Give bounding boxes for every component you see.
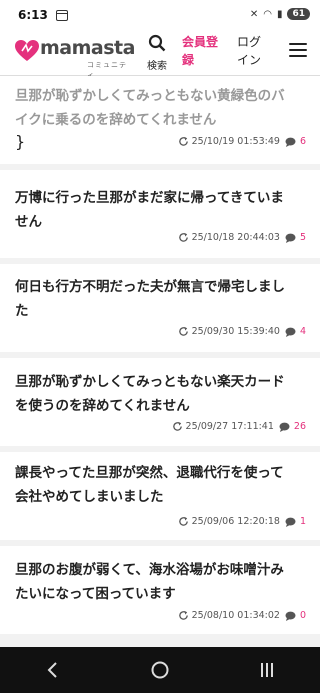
post-item[interactable]: 何日も行方不明だった夫が無言で帰宅しました 25/09/30 15:39:40 … <box>0 264 320 352</box>
battery-icon: 61 <box>287 8 310 20</box>
post-meta: 25/08/10 01:34:02 0 <box>178 610 306 621</box>
status-icons: ✕ ◠ ▮ 61 <box>250 8 310 20</box>
post-meta: 25/09/06 12:20:18 1 <box>178 516 306 527</box>
post-date: 25/09/06 12:20:18 <box>191 516 280 527</box>
comment-count: 6 <box>299 136 306 147</box>
wifi-icon: ◠ <box>263 8 272 20</box>
status-time: 6:13 <box>18 8 48 22</box>
search-icon <box>148 34 166 52</box>
search-button[interactable]: 検索 <box>143 34 171 72</box>
post-item[interactable]: 課長やってた旦那が突然、退職代行を使って 会社やめてしまいました 25/09/06… <box>0 452 320 540</box>
post-meta: 25/09/30 15:39:40 4 <box>178 326 306 337</box>
login-label-line1: ログ <box>237 35 262 49</box>
post-item[interactable]: 旦那が恥ずかしくてみっともない黄緑色のバ イクに乗るのを辞めてくれません 25/1… <box>0 76 320 164</box>
recents-icon <box>260 663 273 677</box>
register-link[interactable]: 会員登 録 <box>182 33 222 69</box>
heart-logo-icon <box>15 40 39 61</box>
site-header: mamasta コミュニティ 検索 会員登 録 ログ イン <box>0 30 320 79</box>
register-label-line1: 会員登 <box>182 35 219 49</box>
signal-icon: ▮ <box>276 8 283 20</box>
comment-icon <box>279 422 290 432</box>
comment-count: 1 <box>299 516 306 527</box>
comment-icon <box>285 517 296 527</box>
refresh-icon <box>178 326 188 336</box>
comment-icon <box>285 611 296 621</box>
recents-button[interactable] <box>247 655 287 685</box>
logo-text: mamasta <box>40 37 135 59</box>
refresh-icon <box>172 421 182 431</box>
mute-icon: ✕ <box>249 8 259 20</box>
refresh-icon <box>178 232 188 242</box>
post-meta: 25/09/27 17:11:41 26 <box>172 421 306 432</box>
home-circle-icon <box>151 661 169 679</box>
post-title: 万博に行った旦那がまだ家に帰ってきていま せん <box>15 190 284 230</box>
post-date: 25/08/10 01:34:02 <box>191 610 280 621</box>
post-date: 25/09/27 17:11:41 <box>185 421 274 432</box>
post-meta: 25/10/19 01:53:49 6 <box>178 136 306 147</box>
refresh-icon <box>178 136 188 146</box>
calendar-icon <box>55 9 68 21</box>
mamasta-logo[interactable]: mamasta コミュニティ <box>14 37 135 79</box>
refresh-icon <box>178 516 188 526</box>
post-date: 25/10/19 01:53:49 <box>191 136 280 147</box>
hamburger-menu-button[interactable] <box>289 43 307 57</box>
login-link[interactable]: ログ イン <box>237 33 273 69</box>
post-item[interactable]: 旦那が恥ずかしくてみっともない楽天カード を使うのを辞めてくれません 25/09/… <box>0 358 320 446</box>
search-label: 検索 <box>147 61 167 72</box>
post-title: 旦那が恥ずかしくてみっともない楽天カード を使うのを辞めてくれません <box>15 374 285 414</box>
post-item[interactable]: 万博に行った旦那がまだ家に帰ってきていま せん 25/10/18 20:44:03… <box>0 170 320 258</box>
comment-icon <box>285 233 296 243</box>
post-title: 旦那が恥ずかしくてみっともない黄緑色のバ イクに乗るのを辞めてくれません <box>15 88 285 128</box>
back-chevron-icon <box>47 662 58 678</box>
post-title: 課長やってた旦那が突然、退職代行を使って 会社やめてしまいました <box>15 465 284 505</box>
refresh-icon <box>178 610 188 620</box>
status-bar: 6:13 ✕ ◠ ▮ 61 <box>0 0 320 30</box>
post-date: 25/09/30 15:39:40 <box>191 326 280 337</box>
comment-icon <box>285 137 296 147</box>
comment-count: 5 <box>299 232 306 243</box>
comment-count: 0 <box>299 610 306 621</box>
comment-icon <box>285 327 296 337</box>
register-label-line2: 録 <box>182 53 195 67</box>
system-nav-bar <box>0 647 320 693</box>
comment-count: 4 <box>299 326 306 337</box>
comment-count: 26 <box>293 421 306 432</box>
login-label-line2: イン <box>237 53 262 67</box>
post-meta: 25/10/18 20:44:03 5 <box>178 232 306 243</box>
post-item[interactable]: 旦那のお腹が弱くて、海水浴場がお味噌汁み たいになって困っています 25/08/1… <box>0 546 320 634</box>
back-button[interactable] <box>33 655 73 685</box>
post-title: 何日も行方不明だった夫が無言で帰宅しました <box>15 279 285 319</box>
home-button[interactable] <box>140 655 180 685</box>
post-title: 旦那のお腹が弱くて、海水浴場がお味噌汁み たいになって困っています <box>15 562 284 602</box>
post-date: 25/10/18 20:44:03 <box>191 232 280 243</box>
